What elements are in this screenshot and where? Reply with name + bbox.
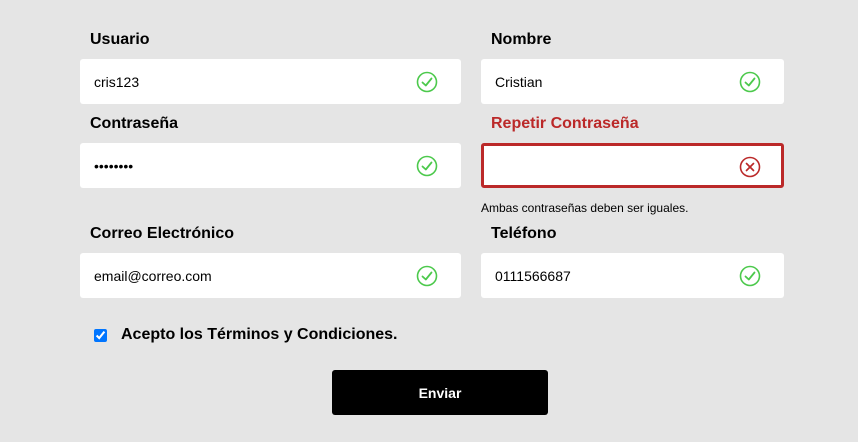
terms-checkbox[interactable] <box>94 328 107 342</box>
x-circle-icon <box>739 156 761 178</box>
password2-field-wrapper <box>481 143 795 188</box>
submit-button[interactable]: Enviar <box>332 370 548 415</box>
usuario-label: Usuario <box>90 31 150 48</box>
registration-form: Usuario Nombre Contraseña Repetir Contra… <box>0 0 858 442</box>
password2-label: Repetir Contraseña <box>491 115 639 132</box>
correo-field-wrapper <box>80 253 461 298</box>
nombre-label: Nombre <box>491 31 552 48</box>
check-circle-icon <box>416 265 438 287</box>
correo-input[interactable] <box>94 256 394 295</box>
usuario-input[interactable] <box>94 62 394 101</box>
nombre-field-wrapper <box>481 59 795 104</box>
check-circle-icon <box>739 265 761 287</box>
telefono-field-wrapper <box>481 253 795 298</box>
check-circle-icon <box>416 71 438 93</box>
terms-label: Acepto los Términos y Condiciones. <box>121 326 398 343</box>
correo-label: Correo Electrónico <box>90 225 235 242</box>
check-circle-icon <box>416 155 438 177</box>
password-label: Contraseña <box>90 115 179 132</box>
password2-error-message: Ambas contraseñas deben ser iguales. <box>481 201 689 215</box>
password-field-wrapper <box>80 143 461 188</box>
usuario-field-wrapper <box>80 59 461 104</box>
terms-row[interactable]: Acepto los Términos y Condiciones. <box>94 326 398 344</box>
password-input[interactable] <box>94 146 394 185</box>
telefono-label: Teléfono <box>491 225 557 242</box>
check-circle-icon <box>739 71 761 93</box>
